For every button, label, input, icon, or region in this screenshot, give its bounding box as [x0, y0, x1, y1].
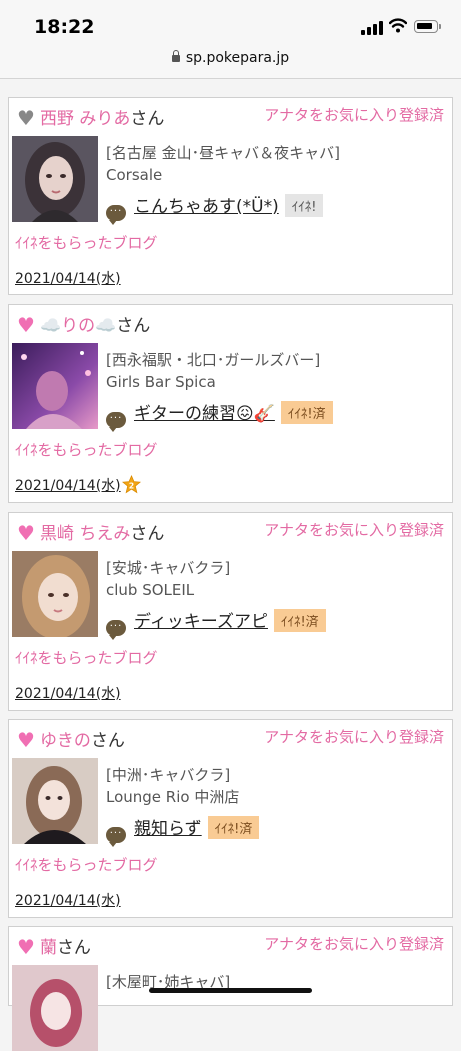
shop-area: [西永福駅・北口･ガールズバー]: [106, 351, 321, 369]
girl-name: 蘭: [39, 938, 57, 958]
status-bar: 18:22: [0, 0, 461, 46]
liked-blog-label: ｲｲﾈをもらったブログ: [15, 856, 158, 874]
girl-name-link[interactable]: ♥ 蘭さん: [17, 933, 91, 959]
star-badge-number: 2: [128, 481, 133, 490]
shop-area: [安城･キャバクラ]: [106, 559, 231, 577]
girl-name: 西野 みりあ: [39, 109, 131, 129]
post-date-link[interactable]: 2021/04/14(水): [15, 683, 121, 703]
comment-icon: ···: [106, 620, 126, 640]
liked-blog-label: ｲｲﾈをもらったブログ: [15, 649, 158, 667]
shop-name: Girls Bar Spica: [106, 373, 216, 391]
heart-icon[interactable]: ♥: [17, 728, 35, 752]
heart-icon[interactable]: ♥: [17, 521, 35, 545]
blog-card: ♥ 蘭さん アナタをお気に入り登録済 [木屋町･姉キャバ]: [8, 926, 453, 1051]
heart-icon[interactable]: ♥: [17, 106, 35, 130]
heart-icon[interactable]: ♥: [17, 935, 35, 959]
liked-blog-label: ｲｲﾈをもらったブログ: [15, 441, 158, 459]
comment-icon: ···: [106, 205, 126, 225]
blog-title-link[interactable]: こんちゃあす(*Ü*): [134, 197, 279, 217]
girl-photo[interactable]: [12, 136, 98, 222]
shop-name: Corsale: [106, 166, 163, 184]
honorific: さん: [56, 938, 91, 958]
url-display[interactable]: sp.pokepara.jp: [0, 50, 461, 66]
home-indicator[interactable]: [149, 988, 312, 993]
girl-photo[interactable]: [12, 551, 98, 637]
battery-icon: [414, 20, 441, 33]
like-button[interactable]: ｲｲﾈ!: [284, 194, 324, 217]
shop-info: [西永福駅・北口･ガールズバー] Girls Bar Spica: [106, 349, 320, 393]
liked-blog-label: ｲｲﾈをもらったブログ: [15, 234, 158, 252]
blog-entry: ··· 親知らず ｲｲﾈ!済: [106, 814, 260, 847]
blog-entry: ··· ディッキーズアピ ｲｲﾈ!済: [106, 607, 326, 640]
shop-name: club SOLEIL: [106, 581, 195, 599]
status-time: 18:22: [34, 16, 95, 38]
liked-badge[interactable]: ｲｲﾈ!済: [273, 609, 326, 632]
post-date-link[interactable]: 2021/04/14(水): [15, 268, 121, 288]
blog-card: ♥ 西野 みりあさん アナタをお気に入り登録済 [名古屋 金山･昼キャバ＆夜キャバ…: [8, 97, 453, 295]
honorific: さん: [116, 316, 151, 336]
shop-name: Lounge Rio 中洲店: [106, 788, 240, 806]
shop-area: [名古屋 金山･昼キャバ＆夜キャバ]: [106, 144, 340, 162]
blog-title-link[interactable]: ギターの練習😖🎸: [134, 404, 275, 424]
girl-photo[interactable]: [12, 965, 98, 1051]
shop-area: [中洲･キャバクラ]: [106, 766, 231, 784]
browser-url-bar[interactable]: sp.pokepara.jp: [0, 46, 461, 79]
shop-info: [名古屋 金山･昼キャバ＆夜キャバ] Corsale: [106, 142, 340, 186]
blog-card: ♥ ゆきのさん アナタをお気に入り登録済 [中洲･キャバクラ] Lounge Ri…: [8, 719, 453, 918]
girl-name: ゆきの: [39, 731, 91, 751]
star-badge-icon: 2: [121, 475, 141, 494]
url-domain: sp.pokepara.jp: [185, 50, 290, 66]
wifi-icon: [389, 18, 407, 33]
favorite-status: アナタをお気に入り登録済: [264, 106, 444, 124]
favorite-status: アナタをお気に入り登録済: [264, 521, 444, 539]
blog-title-link[interactable]: 親知らず: [134, 819, 202, 839]
girl-name: ☁️りの☁️: [39, 316, 117, 336]
girl-name: 黒崎 ちえみ: [39, 524, 131, 544]
girl-photo[interactable]: [12, 758, 98, 844]
blog-card: ♥ ☁️りの☁️さん [西永福駅・北口･ガールズバー] Girls Bar Spi…: [8, 304, 453, 503]
girl-name-link[interactable]: ♥ ☁️りの☁️さん: [17, 311, 150, 337]
blog-card: ♥ 黒崎 ちえみさん アナタをお気に入り登録済 [安城･キャバクラ] club S…: [8, 512, 453, 711]
cellular-signal-icon: [361, 21, 383, 35]
liked-badge[interactable]: ｲｲﾈ!済: [280, 401, 333, 424]
honorific: さん: [130, 109, 165, 129]
shop-info: [中洲･キャバクラ] Lounge Rio 中洲店: [106, 764, 239, 808]
favorite-status: アナタをお気に入り登録済: [264, 935, 444, 953]
post-date: 2021/04/14(水): [15, 478, 121, 494]
shop-info: [安城･キャバクラ] club SOLEIL: [106, 557, 230, 601]
girl-photo[interactable]: [12, 343, 98, 429]
heart-icon[interactable]: ♥: [17, 313, 35, 337]
blog-entry: ··· ギターの練習😖🎸 ｲｲﾈ!済: [106, 399, 333, 432]
comment-icon: ···: [106, 827, 126, 847]
comment-icon: ···: [106, 412, 126, 432]
girl-name-link[interactable]: ♥ ゆきのさん: [17, 726, 125, 752]
favorite-status: アナタをお気に入り登録済: [264, 728, 444, 746]
lock-icon: [171, 50, 180, 62]
blog-entry: ··· こんちゃあす(*Ü*) ｲｲﾈ!: [106, 192, 324, 225]
girl-name-link[interactable]: ♥ 黒崎 ちえみさん: [17, 519, 164, 545]
post-date-link[interactable]: 2021/04/14(水): [15, 890, 121, 910]
honorific: さん: [130, 524, 165, 544]
blog-title-link[interactable]: ディッキーズアピ: [134, 612, 268, 632]
girl-name-link[interactable]: ♥ 西野 みりあさん: [17, 104, 164, 130]
honorific: さん: [90, 731, 125, 751]
liked-badge[interactable]: ｲｲﾈ!済: [207, 816, 260, 839]
post-date-link[interactable]: 2021/04/14(水) 2: [15, 475, 141, 495]
